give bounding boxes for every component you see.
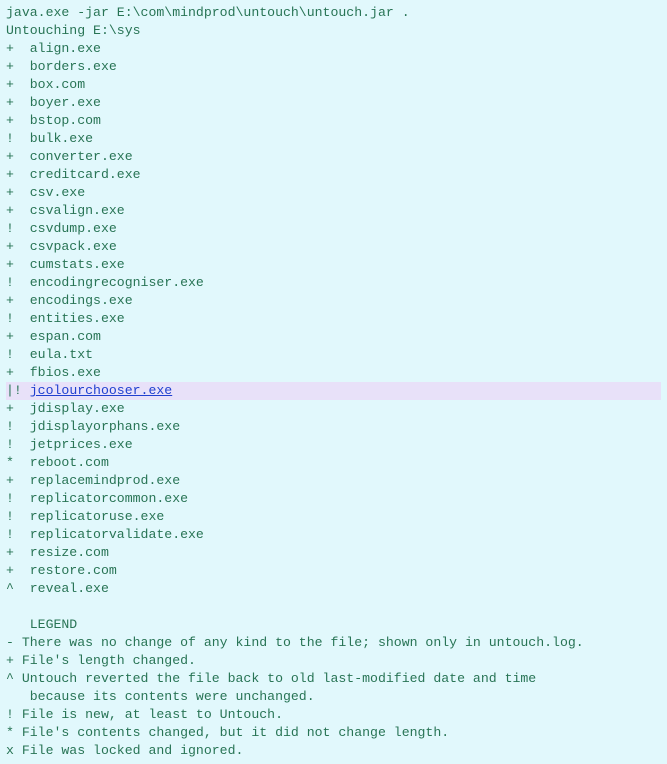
file-entry: ! replicatorcommon.exe [6,490,661,508]
file-entry: + borders.exe [6,58,661,76]
file-entry: + box.com [6,76,661,94]
file-entry: * reboot.com [6,454,661,472]
file-entry: ! replicatoruse.exe [6,508,661,526]
file-link[interactable]: jcolourchooser.exe [30,383,172,398]
file-entry: ! encodingrecogniser.exe [6,274,661,292]
file-entry: + replacemindprod.exe [6,472,661,490]
file-entry: + jdisplay.exe [6,400,661,418]
file-entry: + espan.com [6,328,661,346]
file-list: + align.exe+ borders.exe+ box.com+ boyer… [6,40,661,598]
status-line: Untouching E:\sys [6,22,661,40]
legend-entry: + File's length changed. [6,652,661,670]
blank-line [6,598,661,616]
file-entry: + csvpack.exe [6,238,661,256]
file-entry: ! entities.exe [6,310,661,328]
file-entry: + restore.com [6,562,661,580]
legend-heading: LEGEND [6,616,661,634]
file-entry: + creditcard.exe [6,166,661,184]
legend-entry: ! File is new, at least to Untouch. [6,706,661,724]
file-entry: |! jcolourchooser.exe [6,382,661,400]
legend-entry: x File was locked and ignored. [6,742,661,760]
file-entry: + bstop.com [6,112,661,130]
legend-entry: ^ Untouch reverted the file back to old … [6,670,661,688]
file-entry: ! jdisplayorphans.exe [6,418,661,436]
command-line: java.exe -jar E:\com\mindprod\untouch\un… [6,4,661,22]
file-entry: + cumstats.exe [6,256,661,274]
file-entry: + fbios.exe [6,364,661,382]
file-entry: ! eula.txt [6,346,661,364]
file-entry: ! replicatorvalidate.exe [6,526,661,544]
file-entry: + encodings.exe [6,292,661,310]
legend-list: - There was no change of any kind to the… [6,634,661,760]
legend-entry: - There was no change of any kind to the… [6,634,661,652]
file-entry: ! jetprices.exe [6,436,661,454]
file-entry: ! bulk.exe [6,130,661,148]
legend-entry: * File's contents changed, but it did no… [6,724,661,742]
file-entry: ! csvdump.exe [6,220,661,238]
file-entry: + converter.exe [6,148,661,166]
file-entry: + resize.com [6,544,661,562]
file-entry: + boyer.exe [6,94,661,112]
file-entry: + csv.exe [6,184,661,202]
file-entry: ^ reveal.exe [6,580,661,598]
file-entry: + align.exe [6,40,661,58]
legend-entry: because its contents were unchanged. [6,688,661,706]
status-symbol: |! [6,383,30,398]
file-entry: + csvalign.exe [6,202,661,220]
